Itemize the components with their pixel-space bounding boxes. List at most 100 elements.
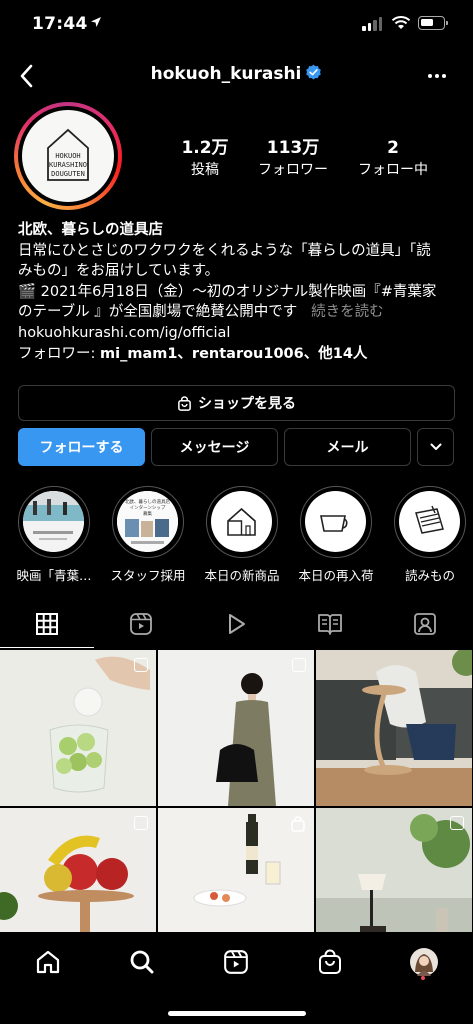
guide-book-icon [318,614,342,635]
stat-posts-label: 投稿 [191,162,219,178]
profile-avatar[interactable]: HOKUOH KURASHINO DOUGUTEN [22,110,114,202]
email-button[interactable]: メール [284,428,411,466]
tab-posts-grid[interactable] [0,600,94,648]
profile-content-tabs [0,600,473,648]
stat-posts-count: 1.2万 [181,138,229,158]
stat-following-label: フォロー中 [358,162,428,178]
stat-following[interactable]: 2 フォロー中 [350,138,436,180]
svg-text:HOKUOH: HOKUOH [55,152,80,160]
username-text: hokuoh_kurashi [150,64,302,84]
highlight-cover-movie [23,491,84,552]
highlight-item[interactable]: 本日の再入荷 [296,486,376,584]
profile-display-name: 北欧、暮らしの道具店 [18,222,163,238]
reels-icon [224,950,248,974]
verified-badge-icon [306,64,322,80]
highlight-item[interactable]: 北欧、暮らしの道具店 インターンシップ 募集 スタッフ採用 [108,486,188,584]
house-logo-icon: HOKUOH KURASHINO DOUGUTEN [47,128,89,181]
profile-stats: 1.2万 投稿 113万 フォロワー 2 フォロー中 [170,138,460,180]
home-indicator [168,1011,306,1016]
followed-by-names: mi_mam1、rentarou1006、他14人 [100,345,368,362]
stat-followers[interactable]: 113万 フォロワー [240,138,346,180]
followed-by-text[interactable]: フォロワー: mi_mam1、rentarou1006、他14人 [18,344,458,365]
video-play-icon [229,614,245,634]
multiple-images-icon [134,658,148,672]
house-icon [211,491,272,552]
chevron-down-icon [430,443,441,450]
tab-tagged[interactable] [378,600,472,648]
tab-guides[interactable] [283,600,377,648]
view-shop-button[interactable]: ショップを見る [18,385,455,421]
bio-line: みもの」をお届けしています。 [18,263,220,280]
home-icon [36,950,60,974]
reels-icon [130,613,152,635]
svg-text:募集: 募集 [143,510,152,517]
shopping-bag-icon [178,395,191,411]
post-thumbnail[interactable] [316,808,472,932]
bottom-navigation-bar [0,932,473,1024]
bio-line-with-more: のテーブル 』が全国劇場で絶賛公開中です 続きを読む [18,302,458,323]
svg-text:DOUGUTEN: DOUGUTEN [51,170,85,178]
location-arrow-icon [91,17,101,27]
follow-button[interactable]: フォローする [18,428,145,466]
stat-posts[interactable]: 1.2万 投稿 [170,138,240,180]
profile-username-title: hokuoh_kurashi [0,64,473,84]
svg-text:KURASHINO: KURASHINO [49,161,87,169]
notification-dot [421,976,425,980]
nav-search[interactable] [122,942,162,982]
stat-followers-count: 113万 [266,138,320,158]
tagged-person-icon [414,613,436,635]
highlight-label: 読みもの [404,568,455,583]
svg-text:インターンシップ: インターンシップ [130,504,166,511]
profile-avatar [410,948,438,976]
status-time: 17:44 [32,14,88,34]
tab-reels[interactable] [94,600,188,648]
highlight-item[interactable]: 本日の新商品 [202,486,282,584]
bio-line: 🎬 2021年6月18日（金）〜初のオリジナル製作映画『#青葉家 [18,283,437,300]
nav-reels[interactable] [216,942,256,982]
highlight-item[interactable]: 読みもの [390,486,470,584]
reading-icon [399,491,460,552]
cellular-signal-icon [362,17,382,31]
battery-icon [418,16,448,30]
profile-action-buttons: フォローする メッセージ メール [18,428,454,466]
followed-by-prefix: フォロワー: [18,345,100,362]
status-bar: 17:44 [0,0,473,48]
post-thumbnail[interactable] [316,650,472,806]
shopping-bag-icon [319,949,341,974]
posts-grid [0,650,473,932]
profile-header: hokuoh_kurashi [0,56,473,96]
profile-website-link[interactable]: hokuohkurashi.com/ig/official [18,323,458,344]
suggested-accounts-button[interactable] [417,428,454,466]
multiple-images-icon [292,658,306,672]
profile-avatar-story-ring[interactable]: HOKUOH KURASHINO DOUGUTEN [14,102,122,210]
story-highlights: 映画「青葉… 北欧、暮らしの道具店 インターンシップ 募集 スタッフ採用 本日の… [0,486,473,586]
post-thumbnail[interactable] [158,808,314,932]
highlight-label: 本日の再入荷 [298,568,374,583]
highlight-label: スタッフ採用 [110,568,186,583]
post-thumbnail[interactable] [0,808,156,932]
bio-line: 日常にひとさじのワクワクをくれるような「暮らしの道具」「読 [18,242,431,259]
post-thumbnail[interactable] [158,650,314,806]
stat-following-count: 2 [387,138,399,158]
cup-icon [305,491,366,552]
nav-home[interactable] [28,942,68,982]
message-button[interactable]: メッセージ [151,428,278,466]
highlight-label: 映画「青葉… [16,568,92,583]
multiple-images-icon [134,816,148,830]
highlight-label: 本日の新商品 [204,568,280,583]
view-shop-label: ショップを見る [198,396,296,412]
nav-shop[interactable] [310,942,350,982]
svg-text:北欧、暮らしの道具店: 北欧、暮らしの道具店 [125,498,170,505]
post-thumbnail[interactable] [0,650,156,806]
profile-bio: 北欧、暮らしの道具店 日常にひとさじのワクワクをくれるような「暮らしの道具」「読… [18,220,458,364]
wifi-icon [391,16,411,29]
stat-followers-label: フォロワー [258,162,328,178]
multiple-images-icon [450,816,464,830]
tab-videos[interactable] [189,600,283,648]
more-options-icon[interactable] [425,64,449,88]
search-icon [130,950,154,974]
grid-icon [36,613,58,635]
highlight-item[interactable]: 映画「青葉… [14,486,94,584]
bio-line: のテーブル 』が全国劇場で絶賛公開中です [18,304,298,321]
read-more-link[interactable]: 続きを読む [311,304,384,320]
